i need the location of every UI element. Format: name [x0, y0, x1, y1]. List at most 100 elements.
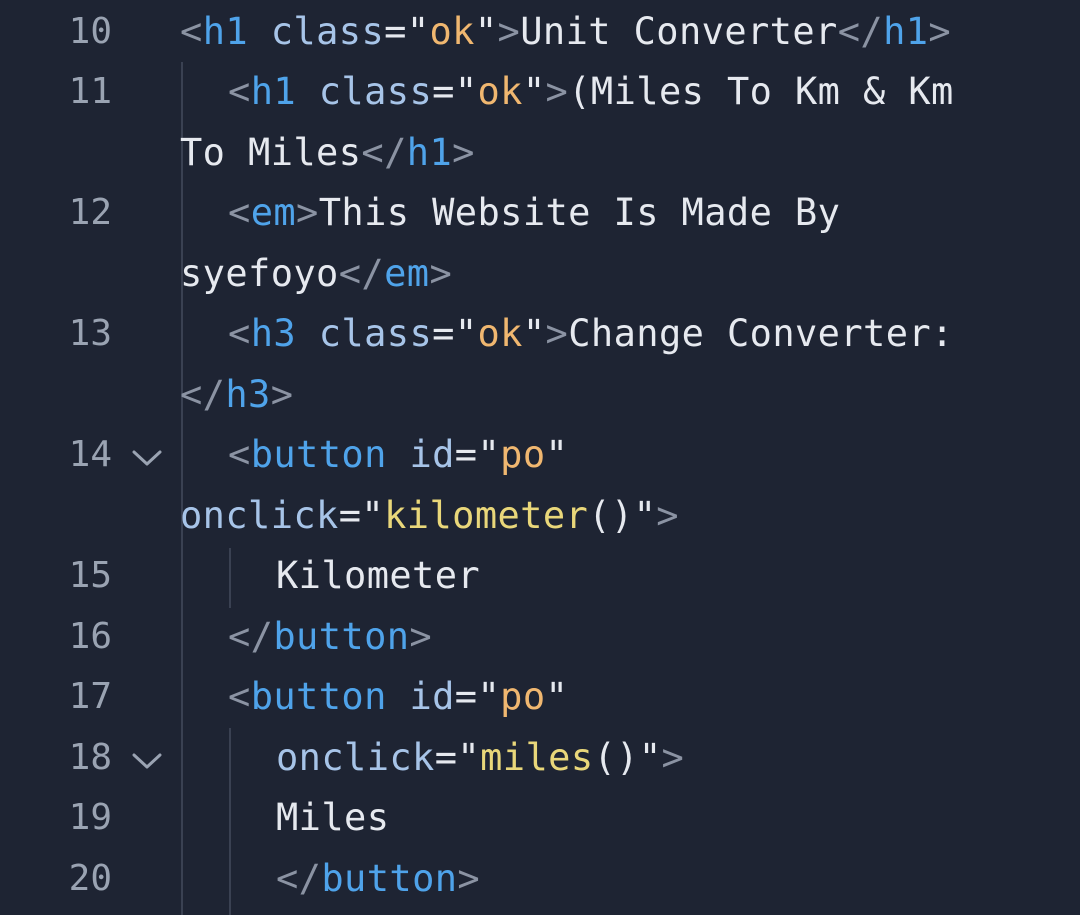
closing-tag-bracket: > — [270, 373, 294, 416]
closing-tag-name: h1 — [883, 10, 929, 53]
quote: " — [477, 433, 501, 476]
indent-guide — [229, 728, 231, 915]
tag-name: h1 — [202, 10, 249, 53]
code-line-13-wrap[interactable]: </h3> — [180, 365, 293, 425]
tag-open-bracket: < — [228, 191, 251, 234]
text-content: (Miles To Km & Km — [568, 70, 954, 113]
closing-tag-open: </ — [837, 10, 884, 53]
text-content: Change Converter: — [568, 312, 954, 355]
closing-tag-name: h3 — [225, 373, 271, 416]
parentheses: () — [593, 736, 639, 779]
closing-tag-name: em — [384, 252, 430, 295]
closing-tag-bracket: > — [457, 857, 481, 900]
quote: " — [545, 675, 569, 718]
line-number: 18 — [68, 737, 112, 778]
code-line-13[interactable]: <h3 class="ok">Change Converter: — [228, 304, 954, 364]
code-line-14-wrap[interactable]: onclick="kilometer()"> — [180, 486, 679, 546]
code-line-11[interactable]: <h1 class="ok">(Miles To Km & Km — [228, 62, 954, 122]
fold-chevron-down-icon[interactable] — [131, 448, 163, 468]
attribute-name: onclick — [276, 736, 435, 779]
equals-sign: = — [338, 494, 362, 537]
closing-tag-open: </ — [338, 252, 385, 295]
parentheses: () — [588, 494, 634, 537]
closing-tag-name: button — [321, 857, 458, 900]
text-content: Miles — [276, 796, 390, 839]
quote: " — [454, 70, 478, 113]
text-content: This Website Is Made By — [318, 191, 841, 234]
tag-name: em — [250, 191, 297, 234]
tag-open-bracket: < — [228, 433, 251, 476]
quote: " — [522, 70, 546, 113]
line-number: 20 — [68, 858, 112, 899]
tag-name: button — [250, 433, 387, 476]
attribute-name: onclick — [180, 494, 339, 537]
attribute-name: class — [270, 10, 385, 53]
quote: " — [474, 10, 498, 53]
tag-name: h3 — [250, 312, 297, 355]
closing-tag-open: </ — [276, 857, 322, 900]
equals-sign: = — [384, 10, 407, 53]
tag-name: h1 — [250, 70, 297, 113]
code-line-17[interactable]: <button id="po" — [228, 667, 568, 727]
line-number: 15 — [68, 555, 112, 596]
quote: " — [633, 494, 657, 537]
closing-tag-bracket: > — [928, 10, 952, 53]
tag-open-bracket: < — [228, 312, 251, 355]
code-line-20[interactable]: </button> — [276, 849, 480, 909]
code-line-19[interactable]: Miles — [276, 788, 389, 848]
equals-sign: = — [434, 736, 458, 779]
fold-chevron-down-icon[interactable] — [131, 751, 163, 771]
closing-tag-bracket: > — [429, 252, 453, 295]
attribute-value: po — [500, 675, 546, 718]
tag-name: button — [250, 675, 387, 718]
attribute-name: class — [318, 70, 433, 113]
code-line-16[interactable]: </button> — [228, 607, 432, 667]
attribute-name: class — [318, 312, 433, 355]
code-line-15[interactable]: Kilometer — [276, 546, 480, 606]
code-line-18[interactable]: onclick="miles()"> — [276, 728, 684, 788]
equals-sign: = — [432, 70, 455, 113]
attribute-name: id — [409, 433, 455, 476]
tag-close-bracket: > — [545, 70, 569, 113]
code-line-10[interactable]: <h1 class="ok">Unit Converter</h1> — [180, 2, 951, 62]
closing-tag-open: </ — [361, 131, 407, 174]
equals-sign: = — [432, 312, 455, 355]
tag-open-bracket: < — [228, 675, 251, 718]
closing-tag-name: h1 — [406, 131, 453, 174]
line-number: 11 — [68, 71, 112, 112]
quote: " — [545, 433, 569, 476]
attribute-value: po — [500, 433, 546, 476]
text-content: To Miles — [180, 131, 362, 174]
indent-guide — [229, 548, 231, 608]
tag-close-bracket: > — [661, 736, 685, 779]
quote: " — [454, 312, 478, 355]
tag-close-bracket: > — [296, 191, 319, 234]
tag-close-bracket: > — [545, 312, 569, 355]
line-number: 19 — [68, 797, 112, 838]
closing-tag-bracket: > — [452, 131, 475, 174]
code-line-11-wrap[interactable]: To Miles</h1> — [180, 123, 475, 183]
closing-tag-name: button — [273, 615, 410, 658]
code-line-14[interactable]: <button id="po" — [228, 425, 568, 485]
function-name: kilometer — [384, 494, 589, 537]
tag-open-bracket: < — [180, 10, 203, 53]
quote: " — [477, 675, 501, 718]
text-content: Kilometer — [276, 554, 481, 597]
equals-sign: = — [454, 433, 478, 476]
quote: " — [638, 736, 662, 779]
quote: " — [406, 10, 430, 53]
line-number: 14 — [68, 434, 112, 475]
tag-close-bracket: > — [497, 10, 521, 53]
attribute-value: ok — [429, 10, 475, 53]
closing-tag-bracket: > — [409, 615, 433, 658]
closing-tag-open: </ — [228, 615, 274, 658]
line-number: 10 — [68, 11, 112, 52]
quote: " — [361, 494, 385, 537]
line-number: 13 — [68, 313, 112, 354]
code-editor[interactable]: 10 11 12 13 14 15 16 17 18 19 20 <h1 cla… — [0, 0, 1080, 915]
code-line-12-wrap[interactable]: syefoyo</em> — [180, 244, 452, 304]
equals-sign: = — [454, 675, 478, 718]
attribute-value: ok — [477, 312, 523, 355]
quote: " — [522, 312, 546, 355]
code-line-12[interactable]: <em>This Website Is Made By — [228, 183, 840, 243]
